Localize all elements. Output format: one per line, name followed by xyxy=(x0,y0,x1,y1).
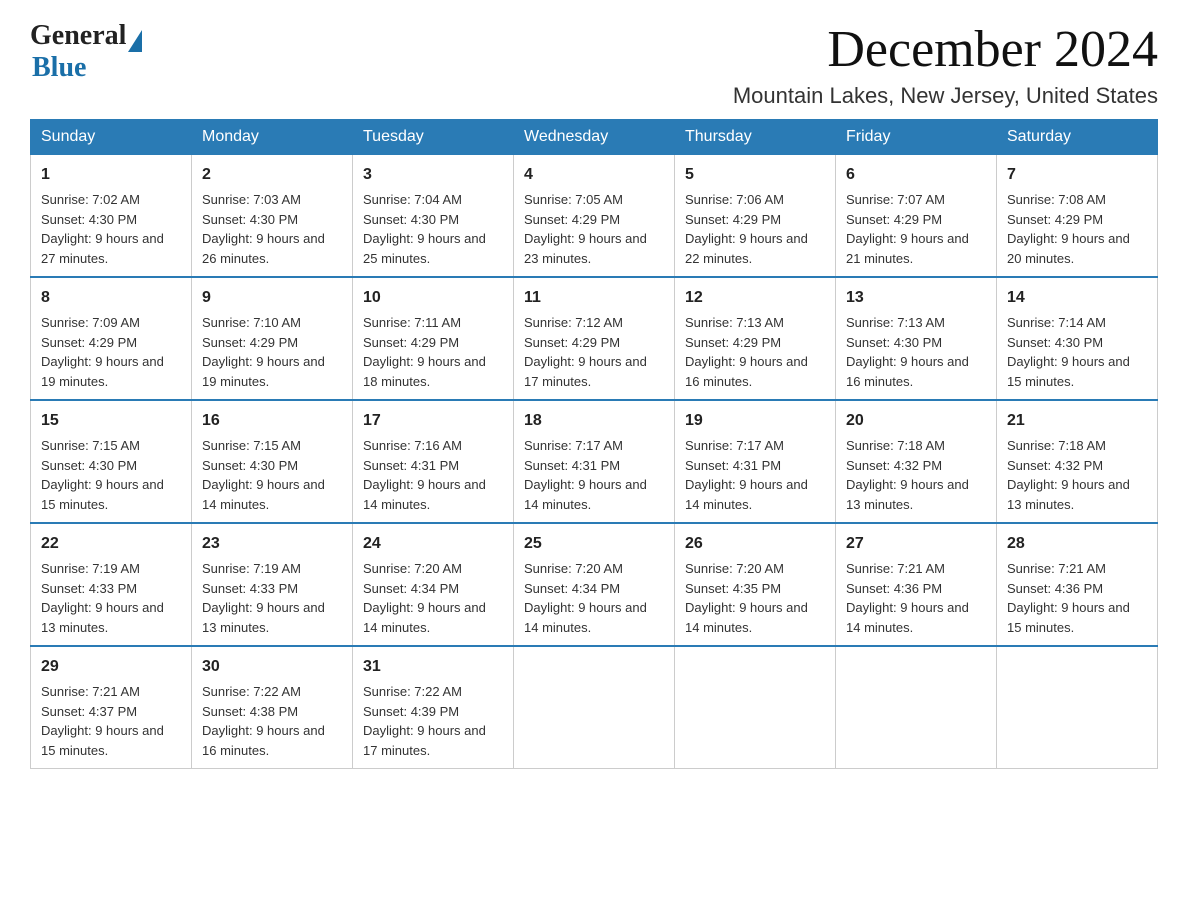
calendar-cell: 23Sunrise: 7:19 AMSunset: 4:33 PMDayligh… xyxy=(192,523,353,646)
calendar-cell: 31Sunrise: 7:22 AMSunset: 4:39 PMDayligh… xyxy=(353,646,514,769)
calendar-cell: 8Sunrise: 7:09 AMSunset: 4:29 PMDaylight… xyxy=(31,277,192,400)
calendar-cell xyxy=(997,646,1158,769)
logo-general-text: General xyxy=(30,20,126,52)
header-monday: Monday xyxy=(192,120,353,155)
calendar-cell: 27Sunrise: 7:21 AMSunset: 4:36 PMDayligh… xyxy=(836,523,997,646)
calendar-cell: 9Sunrise: 7:10 AMSunset: 4:29 PMDaylight… xyxy=(192,277,353,400)
calendar-cell: 11Sunrise: 7:12 AMSunset: 4:29 PMDayligh… xyxy=(514,277,675,400)
calendar-cell: 17Sunrise: 7:16 AMSunset: 4:31 PMDayligh… xyxy=(353,400,514,523)
logo-blue-text: Blue xyxy=(32,52,86,84)
title-block: December 2024 Mountain Lakes, New Jersey… xyxy=(733,20,1158,109)
calendar-cell: 26Sunrise: 7:20 AMSunset: 4:35 PMDayligh… xyxy=(675,523,836,646)
calendar-cell xyxy=(836,646,997,769)
calendar-cell: 12Sunrise: 7:13 AMSunset: 4:29 PMDayligh… xyxy=(675,277,836,400)
calendar-cell: 22Sunrise: 7:19 AMSunset: 4:33 PMDayligh… xyxy=(31,523,192,646)
day-number: 19 xyxy=(685,409,825,433)
day-number: 31 xyxy=(363,655,503,679)
calendar-cell xyxy=(514,646,675,769)
month-title: December 2024 xyxy=(733,20,1158,79)
day-number: 30 xyxy=(202,655,342,679)
header-wednesday: Wednesday xyxy=(514,120,675,155)
calendar-cell: 7Sunrise: 7:08 AMSunset: 4:29 PMDaylight… xyxy=(997,155,1158,278)
day-number: 24 xyxy=(363,532,503,556)
header-thursday: Thursday xyxy=(675,120,836,155)
day-number: 2 xyxy=(202,163,342,187)
day-number: 15 xyxy=(41,409,181,433)
day-number: 12 xyxy=(685,286,825,310)
day-number: 13 xyxy=(846,286,986,310)
day-number: 16 xyxy=(202,409,342,433)
calendar-cell: 4Sunrise: 7:05 AMSunset: 4:29 PMDaylight… xyxy=(514,155,675,278)
day-number: 28 xyxy=(1007,532,1147,556)
calendar-cell: 14Sunrise: 7:14 AMSunset: 4:30 PMDayligh… xyxy=(997,277,1158,400)
page-header: General Blue December 2024 Mountain Lake… xyxy=(30,20,1158,109)
calendar-cell: 19Sunrise: 7:17 AMSunset: 4:31 PMDayligh… xyxy=(675,400,836,523)
week-row-1: 1Sunrise: 7:02 AMSunset: 4:30 PMDaylight… xyxy=(31,155,1158,278)
day-number: 27 xyxy=(846,532,986,556)
header-friday: Friday xyxy=(836,120,997,155)
day-number: 4 xyxy=(524,163,664,187)
calendar-cell: 6Sunrise: 7:07 AMSunset: 4:29 PMDaylight… xyxy=(836,155,997,278)
header-sunday: Sunday xyxy=(31,120,192,155)
calendar-cell: 2Sunrise: 7:03 AMSunset: 4:30 PMDaylight… xyxy=(192,155,353,278)
calendar-cell: 30Sunrise: 7:22 AMSunset: 4:38 PMDayligh… xyxy=(192,646,353,769)
calendar-cell: 18Sunrise: 7:17 AMSunset: 4:31 PMDayligh… xyxy=(514,400,675,523)
calendar-cell: 13Sunrise: 7:13 AMSunset: 4:30 PMDayligh… xyxy=(836,277,997,400)
day-number: 8 xyxy=(41,286,181,310)
calendar-cell: 25Sunrise: 7:20 AMSunset: 4:34 PMDayligh… xyxy=(514,523,675,646)
day-number: 17 xyxy=(363,409,503,433)
calendar-cell: 29Sunrise: 7:21 AMSunset: 4:37 PMDayligh… xyxy=(31,646,192,769)
calendar-cell: 24Sunrise: 7:20 AMSunset: 4:34 PMDayligh… xyxy=(353,523,514,646)
day-number: 18 xyxy=(524,409,664,433)
calendar-table: SundayMondayTuesdayWednesdayThursdayFrid… xyxy=(30,119,1158,769)
week-row-4: 22Sunrise: 7:19 AMSunset: 4:33 PMDayligh… xyxy=(31,523,1158,646)
day-number: 22 xyxy=(41,532,181,556)
calendar-cell: 15Sunrise: 7:15 AMSunset: 4:30 PMDayligh… xyxy=(31,400,192,523)
day-number: 7 xyxy=(1007,163,1147,187)
logo: General Blue xyxy=(30,20,142,84)
day-number: 14 xyxy=(1007,286,1147,310)
header-saturday: Saturday xyxy=(997,120,1158,155)
calendar-cell: 28Sunrise: 7:21 AMSunset: 4:36 PMDayligh… xyxy=(997,523,1158,646)
logo-triangle-icon xyxy=(128,30,142,52)
calendar-cell xyxy=(675,646,836,769)
day-number: 29 xyxy=(41,655,181,679)
day-number: 10 xyxy=(363,286,503,310)
day-number: 3 xyxy=(363,163,503,187)
day-number: 9 xyxy=(202,286,342,310)
calendar-cell: 3Sunrise: 7:04 AMSunset: 4:30 PMDaylight… xyxy=(353,155,514,278)
header-row: SundayMondayTuesdayWednesdayThursdayFrid… xyxy=(31,120,1158,155)
calendar-cell: 16Sunrise: 7:15 AMSunset: 4:30 PMDayligh… xyxy=(192,400,353,523)
week-row-3: 15Sunrise: 7:15 AMSunset: 4:30 PMDayligh… xyxy=(31,400,1158,523)
day-number: 6 xyxy=(846,163,986,187)
location-title: Mountain Lakes, New Jersey, United State… xyxy=(733,83,1158,109)
calendar-cell: 20Sunrise: 7:18 AMSunset: 4:32 PMDayligh… xyxy=(836,400,997,523)
calendar-cell: 10Sunrise: 7:11 AMSunset: 4:29 PMDayligh… xyxy=(353,277,514,400)
day-number: 1 xyxy=(41,163,181,187)
day-number: 26 xyxy=(685,532,825,556)
day-number: 25 xyxy=(524,532,664,556)
day-number: 20 xyxy=(846,409,986,433)
day-number: 21 xyxy=(1007,409,1147,433)
week-row-5: 29Sunrise: 7:21 AMSunset: 4:37 PMDayligh… xyxy=(31,646,1158,769)
calendar-cell: 21Sunrise: 7:18 AMSunset: 4:32 PMDayligh… xyxy=(997,400,1158,523)
calendar-cell: 5Sunrise: 7:06 AMSunset: 4:29 PMDaylight… xyxy=(675,155,836,278)
day-number: 5 xyxy=(685,163,825,187)
header-tuesday: Tuesday xyxy=(353,120,514,155)
day-number: 23 xyxy=(202,532,342,556)
calendar-cell: 1Sunrise: 7:02 AMSunset: 4:30 PMDaylight… xyxy=(31,155,192,278)
week-row-2: 8Sunrise: 7:09 AMSunset: 4:29 PMDaylight… xyxy=(31,277,1158,400)
day-number: 11 xyxy=(524,286,664,310)
